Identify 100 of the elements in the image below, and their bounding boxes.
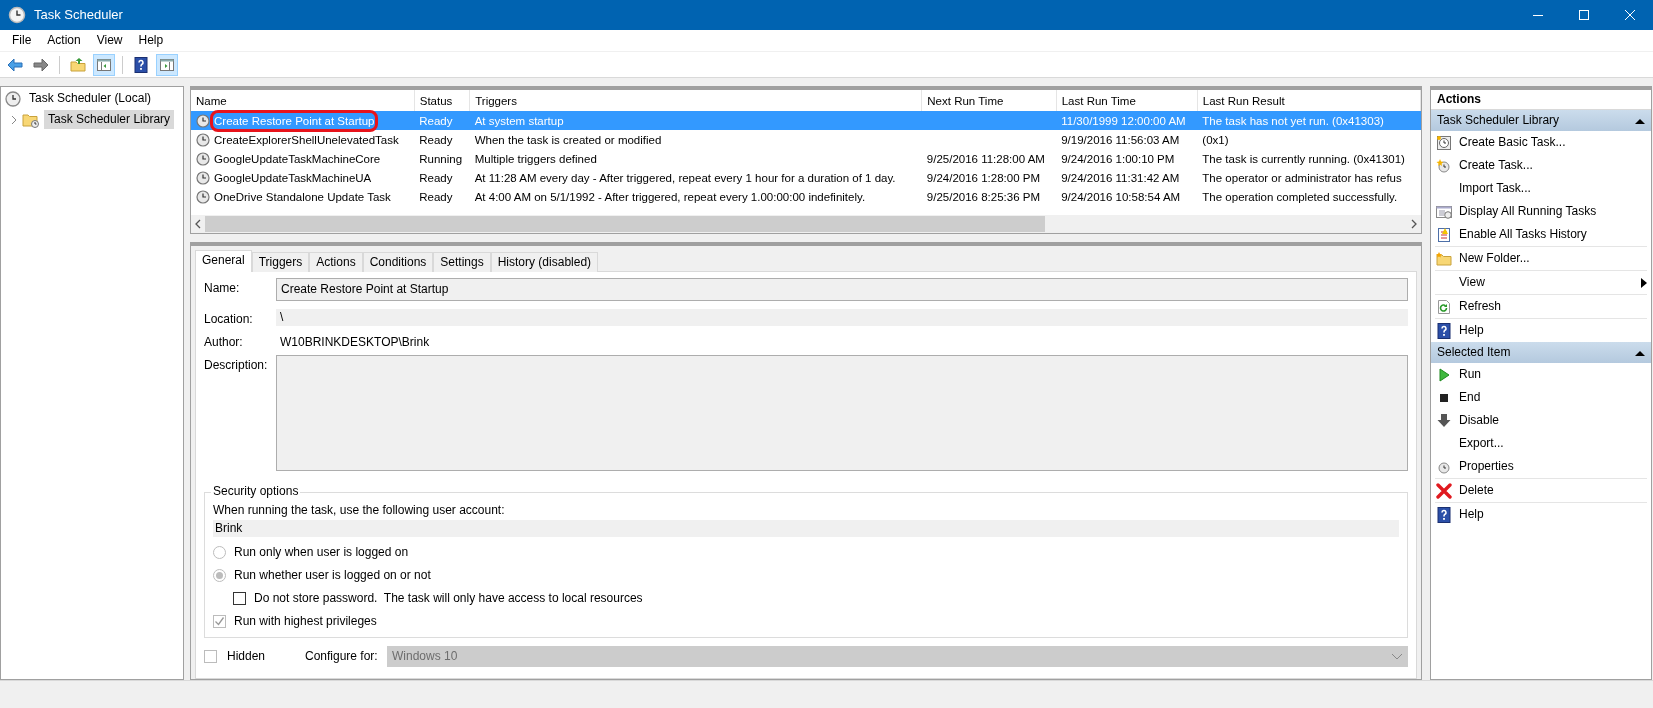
clock-icon bbox=[196, 189, 210, 204]
table-cell: 9/25/2016 8:25:36 PM bbox=[926, 190, 1040, 203]
command-link[interactable]: New Folder... bbox=[1435, 247, 1647, 270]
table-cell: 9/24/2016 10:58:54 AM bbox=[1061, 190, 1181, 203]
table-cell: At 11:28 AM every day - After triggered, repeat every 1 hour for a duration of 1 day. bbox=[474, 171, 896, 184]
command-link[interactable]: Import Task... bbox=[1435, 177, 1647, 200]
table-cell: Ready bbox=[419, 171, 453, 184]
tab[interactable]: Triggers bbox=[251, 252, 310, 272]
table-cell: The operator or administrator has refus bbox=[1202, 171, 1402, 184]
table-cell: At system startup bbox=[474, 114, 564, 127]
notepad-icon bbox=[1436, 227, 1452, 243]
table-cell: 9/24/2016 1:00:10 PM bbox=[1061, 152, 1175, 165]
submenu-arrow-icon bbox=[1641, 277, 1647, 288]
table-cell: At 4:00 AM on 5/1/1992 - After triggered, repeat every 1.00:00:00 indefinitely. bbox=[474, 190, 866, 203]
checkbox[interactable] bbox=[204, 650, 217, 663]
chevron-right-icon[interactable] bbox=[9, 114, 18, 125]
pane-icon bbox=[96, 56, 112, 73]
table-cell: 9/19/2016 11:56:03 AM bbox=[1061, 133, 1180, 146]
clock-icon bbox=[196, 113, 210, 128]
table-cell: 9/24/2016 11:31:42 AM bbox=[1061, 171, 1180, 184]
location-field[interactable]: \ bbox=[276, 309, 1408, 326]
command-link[interactable]: Export... bbox=[1435, 432, 1647, 455]
tab[interactable]: Actions bbox=[309, 252, 363, 272]
command-link[interactable]: Create Basic Task... bbox=[1435, 131, 1647, 154]
table-cell: Ready bbox=[419, 114, 453, 127]
table-cell: GoogleUpdateTaskMachineUA bbox=[214, 170, 372, 186]
command-link[interactable]: Enable All Tasks History bbox=[1435, 223, 1647, 246]
table-cell: (0x1) bbox=[1202, 133, 1229, 146]
table-cell: 9/24/2016 1:28:00 PM bbox=[926, 171, 1040, 184]
command-link[interactable]: End bbox=[1435, 386, 1647, 409]
option-label: Do not store password. The task will only have access to local resources bbox=[254, 591, 643, 606]
menu-item[interactable]: View bbox=[88, 31, 131, 50]
field-label: Author: bbox=[204, 334, 244, 350]
author-value: W10BRINKDESKTOP\Brink bbox=[279, 334, 431, 350]
option-label: Run only when user is logged on bbox=[234, 545, 409, 560]
chevron-down-icon bbox=[1391, 652, 1403, 661]
command-link[interactable]: Delete bbox=[1435, 479, 1647, 502]
menu-item[interactable]: Help bbox=[130, 31, 172, 50]
command-link[interactable]: Create Task... bbox=[1435, 154, 1647, 177]
maximize-icon bbox=[1579, 10, 1589, 20]
run-icon bbox=[1436, 367, 1452, 383]
down-arrow-icon bbox=[1436, 413, 1452, 429]
tree-item[interactable]: Task Scheduler (Local) bbox=[25, 89, 156, 108]
section-header[interactable]: Task Scheduler Library bbox=[1431, 110, 1651, 131]
group-title: Security options bbox=[211, 484, 301, 499]
account-field[interactable]: Brink bbox=[213, 520, 1399, 537]
table-cell: The task has not yet run. (0x41303) bbox=[1202, 114, 1384, 127]
help-icon bbox=[1436, 507, 1452, 523]
horizontal-scrollbar[interactable] bbox=[191, 215, 1421, 233]
menu-item[interactable]: Action bbox=[39, 31, 89, 50]
option-label: Hidden bbox=[227, 649, 267, 664]
table-cell: 11/30/1999 12:00:00 AM bbox=[1061, 114, 1186, 127]
back-arrow-icon bbox=[7, 56, 23, 73]
table-cell: The operation completed successfully. bbox=[1202, 190, 1398, 203]
help-icon bbox=[1436, 323, 1452, 339]
help-icon bbox=[133, 56, 149, 73]
table-cell: Multiple triggers defined bbox=[474, 152, 597, 165]
description-field[interactable] bbox=[276, 355, 1408, 471]
clock-icon bbox=[196, 170, 210, 185]
command-link[interactable]: Display All Running Tasks bbox=[1435, 200, 1647, 223]
clock-icon bbox=[1436, 459, 1452, 475]
command-link[interactable]: Help bbox=[1435, 319, 1647, 342]
command-link[interactable]: Properties bbox=[1435, 455, 1647, 478]
option-label: Run whether user is logged on or not bbox=[234, 568, 431, 583]
table-cell: The task is currently running. (0x41301) bbox=[1202, 152, 1405, 165]
clock-icon bbox=[1436, 135, 1452, 151]
table-cell: Ready bbox=[419, 133, 453, 146]
tab[interactable]: History (disabled) bbox=[490, 252, 599, 272]
collapse-icon[interactable] bbox=[1635, 349, 1645, 356]
clock-icon bbox=[5, 90, 21, 107]
table-cell: When the task is created or modified bbox=[474, 133, 662, 146]
option-label: Run with highest privileges bbox=[234, 614, 377, 629]
section-header[interactable]: Selected Item bbox=[1431, 342, 1651, 363]
menu-item[interactable]: File bbox=[4, 31, 40, 50]
clock-icon bbox=[1436, 158, 1452, 174]
tab[interactable]: Conditions bbox=[362, 252, 434, 272]
delete-icon bbox=[1436, 483, 1452, 499]
clock-icon bbox=[8, 6, 26, 24]
command-link[interactable]: Refresh bbox=[1435, 295, 1647, 318]
window-title: Task Scheduler bbox=[34, 6, 123, 24]
folder-icon bbox=[1436, 251, 1452, 267]
tree-item[interactable]: Task Scheduler Library bbox=[44, 110, 175, 129]
field-label: Name: bbox=[204, 280, 241, 296]
table-cell: Running bbox=[419, 152, 463, 165]
command-link[interactable]: Disable bbox=[1435, 409, 1647, 432]
collapse-icon[interactable] bbox=[1635, 117, 1645, 124]
refresh-icon bbox=[1436, 299, 1452, 315]
command-link[interactable]: Help bbox=[1435, 503, 1647, 526]
table-cell: CreateExplorerShellUnelevatedTask bbox=[214, 132, 399, 148]
name-field[interactable]: Create Restore Point at Startup bbox=[276, 278, 1408, 301]
tab[interactable]: General bbox=[195, 250, 252, 272]
scrollbar-thumb[interactable] bbox=[205, 216, 1045, 232]
folder-icon bbox=[22, 111, 40, 128]
tab[interactable]: Settings bbox=[433, 252, 491, 272]
command-link[interactable]: Run bbox=[1435, 363, 1647, 386]
field-label: Location: bbox=[204, 311, 254, 327]
clock-icon bbox=[196, 151, 210, 166]
field-label: Configure for: bbox=[305, 649, 379, 664]
command-link[interactable]: View bbox=[1435, 271, 1647, 294]
table-cell: 9/25/2016 11:28:00 AM bbox=[926, 152, 1045, 165]
